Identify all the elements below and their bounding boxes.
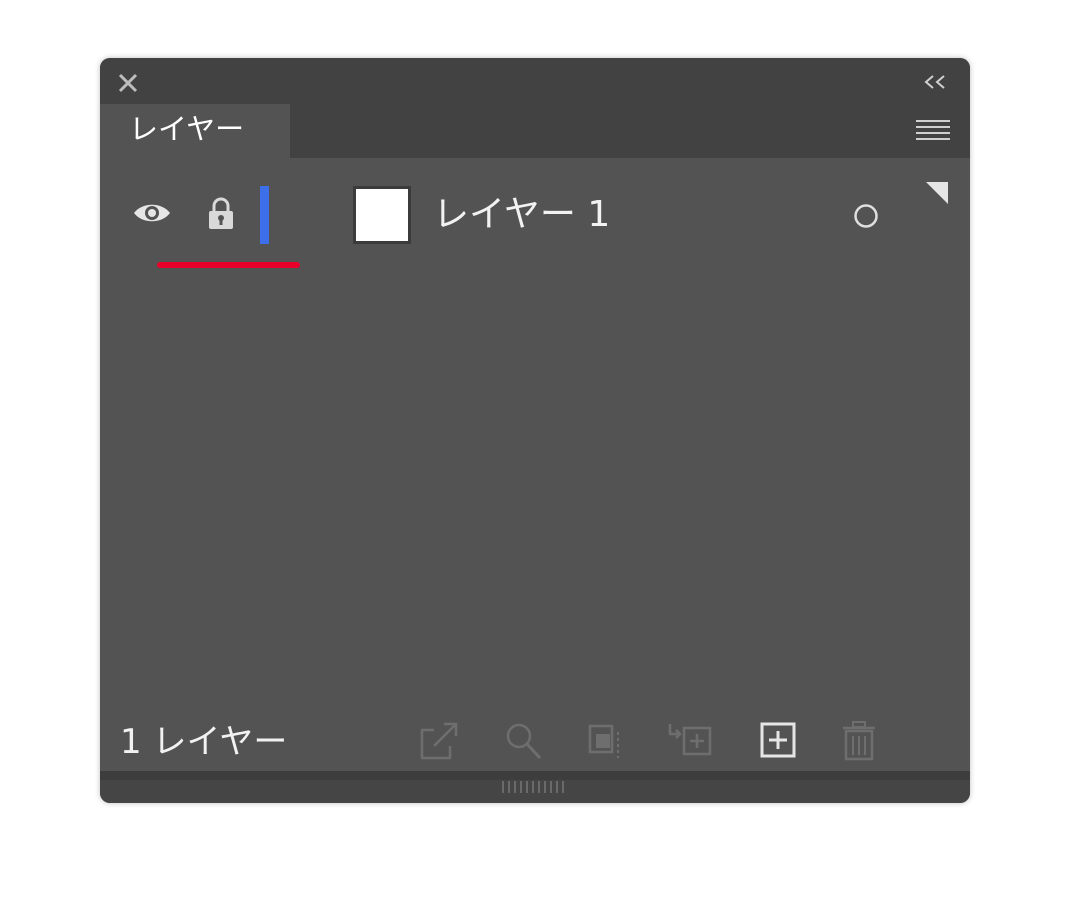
- selection-corner-icon: [926, 182, 948, 204]
- layer-count: 1 レイヤー: [120, 722, 288, 762]
- create-sublayer-icon[interactable]: [666, 718, 716, 764]
- tab-bar: レイヤー: [100, 104, 970, 158]
- new-layer-icon[interactable]: [758, 718, 800, 764]
- layer-thumbnail: [353, 186, 411, 244]
- target-circle-icon[interactable]: [854, 204, 878, 228]
- export-icon[interactable]: [418, 718, 460, 764]
- layer-row[interactable]: レイヤー 1: [100, 158, 970, 268]
- hamburger-menu-icon[interactable]: [916, 118, 950, 144]
- layer-color-indicator: [260, 186, 269, 244]
- double-chevron-left-icon[interactable]: [922, 71, 948, 93]
- layer-name[interactable]: レイヤー 1: [433, 190, 610, 240]
- eye-icon[interactable]: [132, 200, 172, 226]
- close-icon[interactable]: [117, 72, 139, 94]
- highlight-underline: [157, 262, 300, 268]
- make-clipping-mask-icon[interactable]: [584, 718, 626, 764]
- lock-icon[interactable]: [206, 196, 236, 232]
- resize-grip-icon[interactable]: [500, 778, 566, 796]
- layers-panel: レイヤー レイヤー 1 1 レイヤー: [100, 58, 970, 803]
- tab-layers[interactable]: レイヤー: [100, 104, 290, 158]
- locate-object-icon[interactable]: [502, 718, 544, 764]
- delete-icon[interactable]: [838, 718, 880, 764]
- panel-title-bar[interactable]: [100, 58, 970, 104]
